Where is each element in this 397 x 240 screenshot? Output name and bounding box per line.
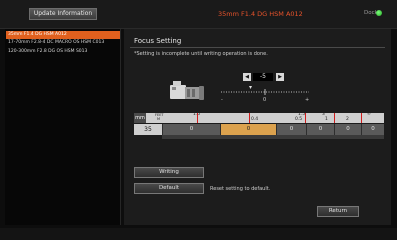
camera-icon: [170, 81, 204, 100]
warning-note: *Setting is incomplete until writing ope…: [134, 51, 268, 57]
page-title: Focus Setting: [134, 37, 182, 45]
footer-bar: [0, 228, 397, 240]
offset-ruler: - 0 +: [221, 86, 309, 103]
meter-label: M: [157, 117, 161, 121]
mm-label: mm: [134, 113, 146, 123]
lens-list-item[interactable]: 120-300mm F2.8 DG OS HSM S013: [6, 48, 120, 56]
scale-tick: 0.4: [251, 117, 259, 122]
segment-underbar: [162, 135, 384, 139]
return-button[interactable]: Return: [317, 206, 359, 217]
scale-marker: [361, 113, 362, 123]
scale-marker: [334, 113, 335, 123]
increase-button[interactable]: ▶: [276, 73, 284, 81]
ruler-zero-label: 0: [263, 97, 266, 103]
scale-tick: ∞: [367, 112, 371, 117]
offset-indicator-icon: [249, 86, 252, 89]
writing-button[interactable]: Writing: [134, 167, 204, 178]
focus-segment[interactable]: 0: [306, 124, 334, 135]
update-information-button[interactable]: Update Information: [29, 8, 97, 20]
default-button[interactable]: Default: [134, 183, 204, 194]
lens-list-item[interactable]: 35mm F1.4 DG HSM A012: [6, 31, 120, 39]
offset-value: -5: [253, 73, 273, 81]
divider: [130, 47, 385, 48]
scale-marker: [249, 113, 250, 123]
ruler-minus-label: -: [221, 97, 223, 103]
focal-length-value: 35: [134, 124, 162, 135]
focus-segment[interactable]: 0: [276, 124, 306, 135]
focus-segment[interactable]: 0: [162, 124, 220, 135]
scale-tick: 0.5: [295, 117, 303, 122]
scale-marker: [197, 113, 198, 123]
lens-list-item[interactable]: 17-70mm F2.8-4 DC MACRO OS HSM C013: [6, 39, 120, 47]
ruler-plus-label: +: [305, 97, 309, 103]
decrease-button[interactable]: ◀: [243, 73, 251, 81]
focus-segment[interactable]: 0: [334, 124, 361, 135]
lens-title: 35mm F1.4 DG HSM A012: [218, 10, 303, 18]
lens-list: [5, 29, 121, 225]
focus-segment[interactable]: 0: [361, 124, 384, 135]
scale-marker: [305, 113, 306, 123]
dock-status-icon: [376, 10, 382, 16]
scale-tick: 1: [325, 117, 328, 122]
scale-tick: 2: [346, 117, 349, 122]
default-hint: Reset setting to default.: [210, 186, 271, 192]
focus-segment-selected[interactable]: 0: [220, 124, 276, 135]
